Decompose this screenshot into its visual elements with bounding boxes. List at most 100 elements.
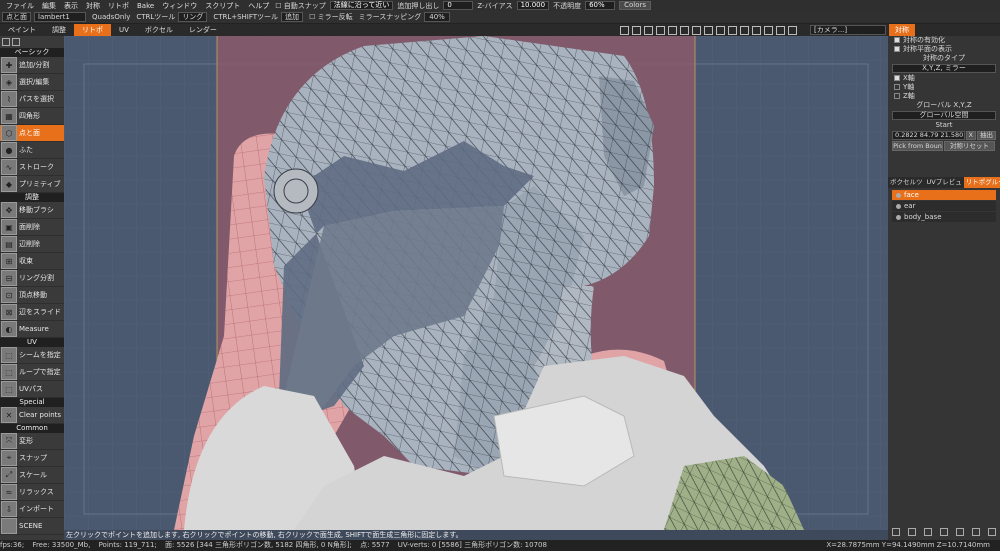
material-dropdown[interactable]: lambert1	[34, 12, 86, 22]
ctrl-shift-tool-dropdown[interactable]: 追加	[281, 12, 304, 22]
merge-icon[interactable]	[940, 528, 948, 536]
tab-voxel-tree[interactable]: ボクセルツ	[888, 177, 925, 188]
show-plane-checkbox[interactable]: 対称平面の表示	[888, 45, 1000, 54]
tab-symmetry[interactable]: 対称	[889, 24, 915, 36]
view-rotate-icon[interactable]	[704, 25, 713, 35]
view-top-icon[interactable]	[764, 25, 773, 35]
view-fit-icon[interactable]	[728, 25, 737, 35]
view-zoom-icon[interactable]	[716, 25, 725, 35]
copy-icon[interactable]	[908, 528, 916, 536]
tool-quads[interactable]: ▦ 四角形	[0, 108, 64, 125]
tool-move-brush[interactable]: ✥ 移動ブラシ	[0, 202, 64, 219]
ctrl-tool-dropdown[interactable]: リング	[178, 12, 208, 22]
tab-uv[interactable]: UV	[111, 24, 137, 36]
list-item[interactable]: body_base	[892, 212, 996, 222]
menu-help[interactable]: ヘルプ	[244, 1, 273, 11]
tool-stroke[interactable]: ∿ ストローク	[0, 159, 64, 176]
tool-cap[interactable]: ● ふた	[0, 142, 64, 159]
tool-select-edit[interactable]: ◈ 選択/編集	[0, 74, 64, 91]
view-wire-icon[interactable]	[656, 25, 665, 35]
camera-dropdown[interactable]: [カメラ...]	[810, 25, 886, 35]
global-space-dropdown[interactable]: グローバル空間	[892, 111, 996, 120]
3d-viewport[interactable]	[64, 36, 888, 530]
symmetry-type-dropdown[interactable]: X,Y,Z, ミラー	[892, 64, 996, 73]
pick-from-bounds-button[interactable]: Pick from Boun	[892, 141, 943, 151]
tool-delete-edge[interactable]: ▤ 辺削除	[0, 236, 64, 253]
tool-scale[interactable]: ⤢ スケール	[0, 467, 64, 484]
menu-bake[interactable]: Bake	[133, 2, 158, 10]
mirror-snap-input[interactable]: 40%	[424, 12, 450, 22]
tool-loop-seam[interactable]: ⬚ ループで指定	[0, 364, 64, 381]
view-front-icon[interactable]	[752, 25, 761, 35]
extract-button[interactable]: 抽出	[977, 131, 996, 140]
x-axis-checkbox[interactable]: X軸	[888, 74, 1000, 83]
current-tool-dropdown[interactable]: 点と面	[2, 12, 31, 22]
folder-icon[interactable]	[956, 528, 964, 536]
tab-retopo-groups[interactable]: リトポグループ	[963, 177, 1000, 188]
tool-import[interactable]: ⇩ インポート	[0, 501, 64, 518]
tool-points-faces[interactable]: ⬡ 点と面	[0, 125, 64, 142]
tab-render[interactable]: レンダー	[181, 24, 225, 36]
view-move-icon[interactable]	[692, 25, 701, 35]
tab-uv-preview[interactable]: UVプレビュ	[925, 177, 964, 188]
tool-collapse[interactable]: ⊞ 収束	[0, 253, 64, 270]
delete-icon[interactable]	[892, 528, 900, 536]
auto-snap-checkbox[interactable]: ☐ 自動スナップ	[273, 1, 328, 11]
tool-uv-path[interactable]: ⬚ UVパス	[0, 381, 64, 398]
tool-ring-split[interactable]: ⊟ リング分割	[0, 270, 64, 287]
tool-path-select[interactable]: ⌇ パスを選択	[0, 91, 64, 108]
enable-symmetry-checkbox[interactable]: 対称の有効化	[888, 36, 1000, 45]
add-icon[interactable]	[972, 528, 980, 536]
tool-snap[interactable]: ⌖ スナップ	[0, 450, 64, 467]
new-group-icon[interactable]	[988, 528, 996, 536]
visibility-icon[interactable]	[896, 214, 901, 220]
y-axis-checkbox[interactable]: Y軸	[888, 83, 1000, 92]
tool-add-split[interactable]: ✚ 追加/分割	[0, 57, 64, 74]
tool-relax[interactable]: ≈ リラックス	[0, 484, 64, 501]
reset-symmetry-button[interactable]: 対称リセット	[944, 141, 995, 151]
menu-symmetry[interactable]: 対称	[82, 1, 104, 11]
visibility-icon[interactable]	[896, 192, 901, 198]
tool-delete-face[interactable]: ▣ 面削除	[0, 219, 64, 236]
tool-clear-points[interactable]: ✕ Clear points	[0, 407, 64, 424]
menu-edit[interactable]: 編集	[38, 1, 60, 11]
visibility-icon[interactable]	[896, 203, 901, 209]
colors-button[interactable]: Colors	[619, 1, 652, 10]
tab-retopo[interactable]: リトポ	[74, 24, 111, 36]
tool-slide-edge[interactable]: ⊠ 辺をスライド	[0, 304, 64, 321]
view-side-icon[interactable]	[776, 25, 785, 35]
tab-adjust[interactable]: 調整	[44, 24, 74, 36]
tool-measure[interactable]: ◐ Measure	[0, 321, 64, 338]
tool-primitives[interactable]: ◆ プリミティブ	[0, 176, 64, 193]
list-item[interactable]: ear	[892, 201, 996, 211]
grid-icon[interactable]	[924, 528, 932, 536]
menu-script[interactable]: スクリプト	[201, 1, 244, 11]
view-light-icon[interactable]	[644, 25, 653, 35]
pointer-icon[interactable]	[12, 38, 20, 46]
x-button[interactable]: X	[965, 131, 976, 140]
tool-transform[interactable]: ⤧ 変形	[0, 433, 64, 450]
view-shade-icon[interactable]	[668, 25, 677, 35]
view-camera-icon[interactable]	[680, 25, 689, 35]
mirror-checkbox[interactable]: ☐ ミラー反転	[306, 12, 356, 22]
menu-retopo[interactable]: リトポ	[104, 1, 133, 11]
select-icon[interactable]	[2, 38, 10, 46]
tool-mark-seam[interactable]: ⬚ シームを指定	[0, 347, 64, 364]
menu-window[interactable]: ウィンドウ	[158, 1, 201, 11]
menu-file[interactable]: ファイル	[2, 1, 38, 11]
normal-dropdown[interactable]: 法線に沿って近い	[329, 1, 394, 10]
tab-paint[interactable]: ペイント	[0, 24, 44, 36]
z-axis-checkbox[interactable]: Z軸	[888, 92, 1000, 101]
view-reset-icon[interactable]	[788, 25, 797, 35]
menu-view[interactable]: 表示	[60, 1, 82, 11]
view-persp-icon[interactable]	[632, 25, 641, 35]
tool-move-vertex[interactable]: ⊡ 頂点移動	[0, 287, 64, 304]
zbias-input[interactable]: 10.000	[516, 1, 550, 10]
tool-scene[interactable]: SCENE	[0, 518, 64, 535]
tab-voxel[interactable]: ボクセル	[137, 24, 181, 36]
list-item[interactable]: face	[892, 190, 996, 200]
view-ortho-icon[interactable]	[740, 25, 749, 35]
extrude-input[interactable]: 0	[443, 1, 474, 10]
start-coords-input[interactable]: 0.2822 84.79 21.580	[892, 131, 965, 140]
opacity-input[interactable]: 60%	[585, 1, 616, 10]
